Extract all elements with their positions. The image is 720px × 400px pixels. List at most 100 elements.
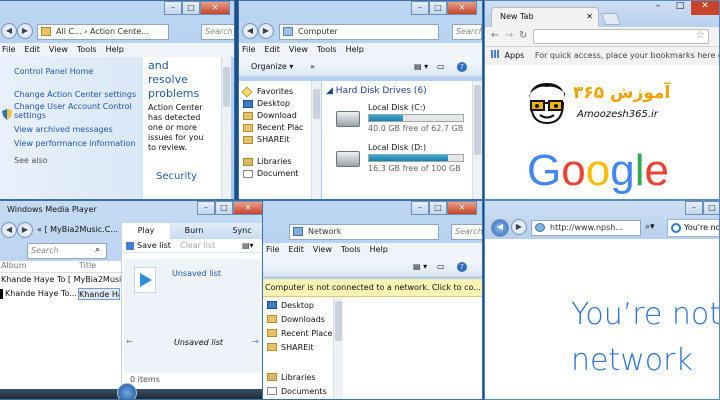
menu-view[interactable]: View: [313, 245, 332, 254]
search-input[interactable]: Search: [201, 24, 234, 40]
nav-desktop[interactable]: Desktop: [263, 299, 482, 313]
back-button[interactable]: ◀: [1, 23, 17, 39]
minimize-button[interactable]: –: [197, 201, 215, 215]
table-row[interactable]: Khande Haye To [ MyBia2Music.C: [0, 273, 121, 287]
forward-button[interactable]: ▶: [511, 219, 527, 235]
nav-shareit[interactable]: SHAREit: [263, 341, 482, 355]
menu-edit[interactable]: Edit: [288, 245, 304, 254]
maximize-button[interactable]: □: [429, 1, 447, 15]
nav-documents[interactable]: Documents: [263, 385, 482, 399]
save-list-button[interactable]: Save list: [137, 239, 171, 253]
forward-icon[interactable]: →: [505, 30, 513, 41]
minimize-button[interactable]: –: [164, 1, 182, 15]
bookmark-star-icon[interactable]: ☆: [696, 30, 705, 41]
nav-recent-places[interactable]: Recent Plac: [239, 122, 311, 134]
address-bar[interactable]: Computer: [279, 24, 439, 40]
vertical-scrollbar[interactable]: [221, 57, 231, 199]
minimize-button[interactable]: –: [411, 1, 429, 15]
menu-file[interactable]: File: [266, 245, 279, 254]
menu-tools[interactable]: Tools: [77, 45, 97, 54]
close-button[interactable]: ✕: [447, 201, 477, 215]
apps-icon[interactable]: [491, 50, 499, 58]
maximize-button[interactable]: □: [215, 201, 233, 215]
forward-button[interactable]: ▶: [17, 23, 33, 39]
forward-button[interactable]: ▶: [258, 23, 274, 39]
column-title[interactable]: Title: [79, 261, 96, 270]
search-input[interactable]: Search: [452, 24, 482, 40]
nav-recent-places[interactable]: Recent Places: [263, 327, 482, 341]
link-control-panel-home[interactable]: Control Panel Home: [14, 67, 143, 76]
view-options-icon[interactable]: ▤ ▾: [413, 257, 427, 277]
nav-downloads[interactable]: Downloads: [263, 313, 482, 327]
tab-play[interactable]: Play: [122, 223, 170, 239]
tab-burn[interactable]: Burn: [170, 223, 218, 239]
omnibox[interactable]: ☆: [533, 29, 709, 44]
minimize-button[interactable]: –: [685, 201, 703, 215]
more-chevron-icon[interactable]: »: [310, 62, 315, 71]
help-icon[interactable]: ?: [457, 262, 467, 272]
nav-libraries[interactable]: Libraries: [239, 156, 311, 168]
nav-libraries[interactable]: Libraries: [263, 371, 482, 385]
search-input[interactable]: Search: [451, 224, 482, 240]
ie-address-bar[interactable]: http://www.npsh...: [531, 220, 641, 236]
nav-favorites[interactable]: Favorites: [239, 86, 311, 98]
preview-pane-icon[interactable]: ▭: [437, 57, 445, 77]
search-icon[interactable]: ⌕▾: [645, 222, 655, 232]
maximize-button[interactable]: □: [703, 201, 719, 215]
link-view-performance-information[interactable]: View performance information: [14, 139, 143, 148]
close-button[interactable]: ✕: [447, 1, 477, 15]
unsaved-list-title[interactable]: Unsaved list: [172, 269, 221, 278]
back-icon[interactable]: ←: [491, 30, 499, 41]
menu-help[interactable]: Help: [346, 45, 364, 54]
minimize-button[interactable]: –: [411, 201, 429, 215]
back-button[interactable]: ◀: [1, 222, 17, 238]
clear-list-button[interactable]: Clear list: [180, 239, 215, 253]
tab-sync[interactable]: Sync: [218, 223, 266, 239]
reload-icon[interactable]: ↻: [519, 30, 527, 41]
address-bar[interactable]: All C... › Action Cente...: [37, 24, 169, 40]
menu-view[interactable]: View: [289, 45, 308, 54]
link-view-archived-messages[interactable]: View archived messages: [14, 125, 143, 134]
menu-view[interactable]: View: [49, 45, 68, 54]
maximize-button[interactable]: □: [182, 1, 200, 15]
maximize-button[interactable]: □: [429, 201, 447, 215]
next-list-icon[interactable]: →: [252, 337, 259, 346]
preview-pane-icon[interactable]: ▭: [437, 257, 445, 277]
menu-help[interactable]: Help: [106, 45, 124, 54]
prev-list-icon[interactable]: ←: [126, 337, 133, 346]
play-button[interactable]: [117, 383, 137, 399]
nav-downloads[interactable]: Download: [239, 110, 311, 122]
close-button[interactable]: ✕: [691, 1, 719, 15]
help-icon[interactable]: ?: [457, 62, 467, 72]
menu-file[interactable]: File: [242, 45, 255, 54]
nav-shareit[interactable]: SHAREit: [239, 134, 311, 146]
close-button[interactable]: ✕: [233, 201, 263, 215]
menu-edit[interactable]: Edit: [264, 45, 280, 54]
network-warning-bar[interactable]: Computer is not connected to a network. …: [263, 279, 482, 297]
column-album[interactable]: Album: [1, 261, 27, 270]
table-row[interactable]: Khande Haye To... Khande Haye T: [0, 287, 121, 301]
menu-file[interactable]: File: [2, 45, 15, 54]
nav-scrollbar[interactable]: [333, 297, 343, 399]
collapse-icon[interactable]: ◢: [326, 86, 333, 96]
forward-button[interactable]: ▶: [17, 222, 33, 238]
view-options-icon[interactable]: ▤ ▾: [414, 57, 428, 77]
minimize-button[interactable]: –: [647, 1, 669, 15]
close-button[interactable]: ✕: [200, 1, 230, 15]
drive-d[interactable]: Local Disk (D:) 16.3 GB free of 100 GB: [336, 143, 476, 177]
list-options-icon[interactable]: ▤▾: [242, 239, 254, 253]
back-button[interactable]: ◀: [242, 23, 258, 39]
content-scrollbar[interactable]: [472, 81, 482, 199]
nav-desktop[interactable]: Desktop: [239, 98, 311, 110]
organize-button[interactable]: Organize: [251, 62, 287, 71]
back-button[interactable]: ◀: [491, 219, 509, 237]
drive-c[interactable]: Local Disk (C:) 40.0 GB free of 62.7 GB: [336, 103, 476, 137]
menu-tools[interactable]: Tools: [317, 45, 337, 54]
nav-documents[interactable]: Document: [239, 168, 311, 180]
address-bar[interactable]: Network: [289, 224, 439, 240]
menu-tools[interactable]: Tools: [341, 245, 361, 254]
link-change-action-center-settings[interactable]: Change Action Center settings: [14, 90, 143, 99]
tab-close-icon[interactable]: ✕: [586, 8, 593, 26]
menu-edit[interactable]: Edit: [24, 45, 40, 54]
link-change-uac-settings[interactable]: Change User Account Control settings: [14, 102, 134, 120]
